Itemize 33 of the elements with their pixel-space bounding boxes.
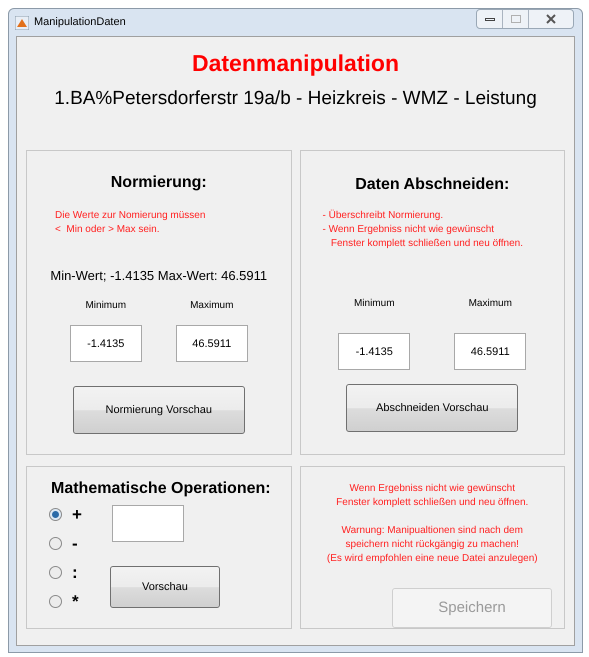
input-field[interactable]: 46.5911 bbox=[176, 325, 248, 362]
window-title: ManipulationDaten bbox=[34, 15, 126, 30]
input-field[interactable] bbox=[112, 505, 184, 542]
radio-button[interactable] bbox=[49, 566, 62, 579]
field-label: Minimum bbox=[84, 299, 128, 313]
panel-title: Mathematische Operationen: bbox=[51, 479, 272, 499]
field-label: Minimum bbox=[352, 297, 396, 311]
warning-text: Wenn Ergebniss nicht wie gewünscht Fenster komplett schließen und neu öffnen. bbox=[336, 482, 528, 510]
radio-option[interactable]: : bbox=[49, 563, 82, 582]
field-label: Maximum bbox=[189, 299, 234, 313]
preview-button[interactable]: Abschneiden Vorschau bbox=[346, 384, 518, 432]
preview-button[interactable]: Vorschau bbox=[110, 566, 220, 608]
hint-text: - Überschreibt Normierung. - Wenn Ergebniss nicht wie gewünscht Fenster komplett schließen und neu öffnen. bbox=[322, 209, 523, 251]
input-field[interactable]: -1.4135 bbox=[338, 333, 410, 370]
panel-title: Daten Abschneiden: bbox=[355, 175, 510, 195]
radio-option[interactable]: + bbox=[49, 505, 82, 524]
radio-option[interactable]: * bbox=[49, 592, 82, 611]
range-text: Min-Wert; -1.4135 Max-Wert: 46.5911 bbox=[50, 268, 268, 284]
radio-button[interactable] bbox=[49, 595, 62, 608]
warning-text: Warnung: Manipualtionen sind nach dem speichern nicht rückgängig zu machen! (Es wird empfohlen eine neue Datei anzulegen) bbox=[326, 524, 538, 566]
radio-option[interactable]: - bbox=[49, 534, 82, 553]
radio-button[interactable] bbox=[49, 537, 62, 550]
app-icon bbox=[15, 16, 29, 30]
preview-button[interactable]: Normierung Vorschau bbox=[72, 386, 245, 434]
radio-button[interactable] bbox=[49, 508, 62, 521]
input-field[interactable]: -1.4135 bbox=[70, 325, 142, 362]
close-icon bbox=[546, 14, 556, 24]
heading: Datenmanipulation bbox=[192, 49, 399, 77]
panel-title: Normierung: bbox=[110, 173, 207, 193]
field-label: Maximum bbox=[468, 297, 513, 311]
hint-text: Die Werte zur Nomierung müssen < Min oder > Max sein. bbox=[55, 209, 206, 237]
subtitle: 1.BA%Petersdorferstr 19a/b - Heizkreis - WMZ - Leistung bbox=[54, 87, 537, 111]
input-field[interactable]: 46.5911 bbox=[454, 333, 526, 370]
